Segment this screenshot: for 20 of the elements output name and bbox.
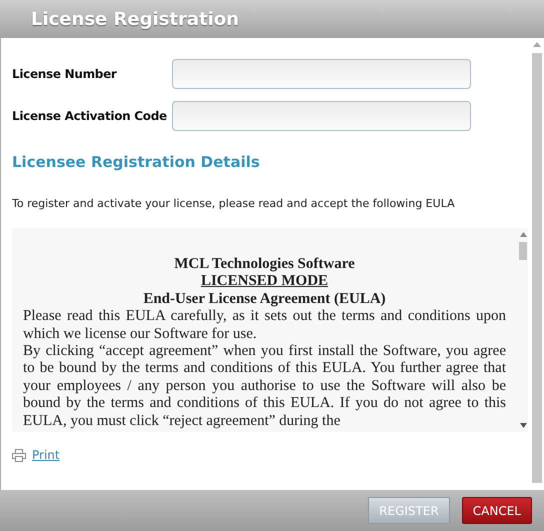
eula-heading: MCL Technologies Software	[173, 256, 356, 274]
eula-heading: End-User License Agreement (EULA)	[142, 290, 387, 308]
scroll-down-icon[interactable]	[520, 423, 526, 428]
printer-icon[interactable]	[12, 448, 26, 462]
field-label: License Number	[12, 66, 118, 83]
scrollbar-thumb[interactable]	[519, 242, 527, 260]
input-field[interactable]	[172, 59, 471, 89]
eula-paragraph: Please read this EULA carefully, as it sets out the terms and conditions upon which we license our Software for use.	[23, 308, 506, 344]
scroll-up-icon[interactable]	[533, 42, 541, 47]
dialog-button[interactable]: CANCEL	[462, 497, 532, 524]
eula-heading: LICENSED MODE	[200, 273, 330, 291]
section-heading: Licensee Registration Details	[12, 152, 261, 173]
scrollbar-thumb[interactable]	[532, 53, 542, 483]
window-title: License Registration	[31, 8, 239, 32]
print-link[interactable]: Print	[32, 446, 60, 464]
eula-paragraph: By clicking “accept agreement” when you first install the Software, you agree to be bound by the terms and conditions of this EULA. You further agree that your employees / any person you authorise to use the Software will also be bound by the terms and conditions of this EULA. If you do not agree to this EULA, you must click “reject agreement” during the	[23, 343, 506, 430]
scroll-up-icon[interactable]	[520, 232, 526, 237]
input-field[interactable]	[172, 101, 471, 131]
field-label: License Activation Code	[12, 108, 168, 125]
instruction-text: To register and activate your license, please read and accept the following EULA	[12, 196, 456, 212]
